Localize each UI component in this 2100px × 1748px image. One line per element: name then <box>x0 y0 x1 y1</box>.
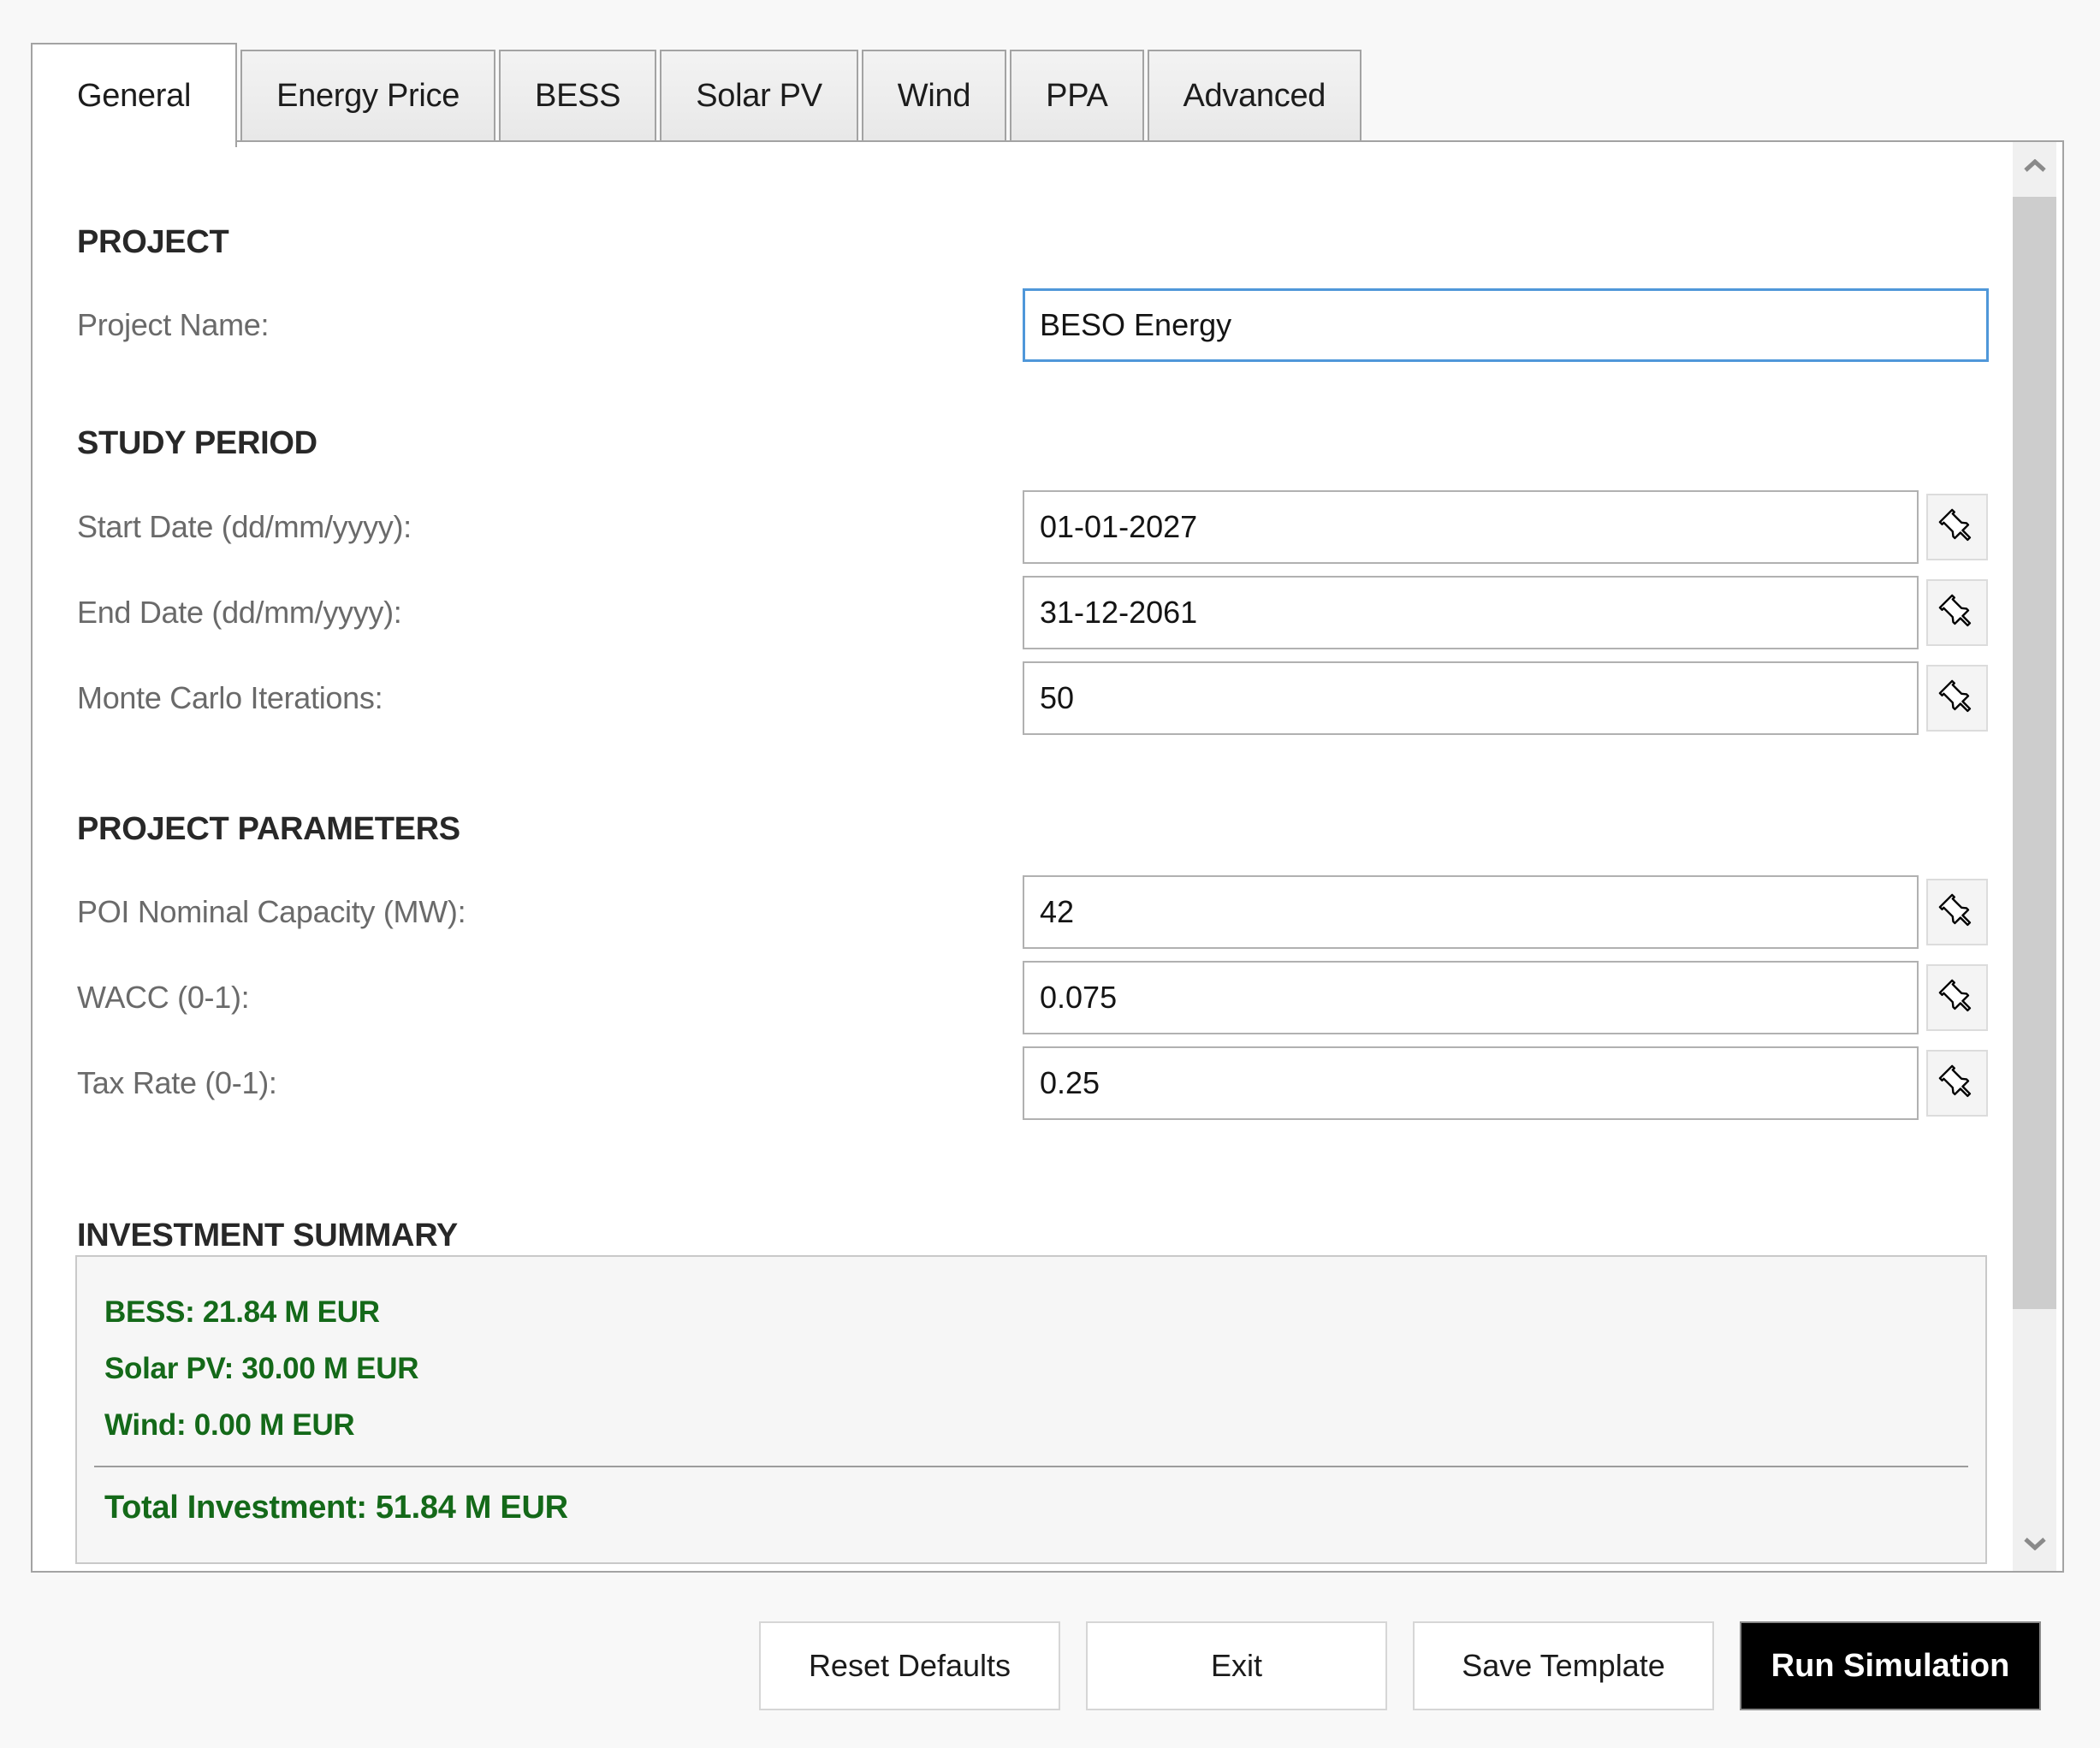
section-title-study-period: STUDY PERIOD <box>77 425 317 461</box>
tab-solar-pv[interactable]: Solar PV <box>660 50 858 142</box>
scroll-down-button[interactable] <box>2013 1520 2056 1571</box>
project-name-input[interactable] <box>1023 288 1989 362</box>
tax-rate-input[interactable] <box>1023 1046 1919 1120</box>
start-date-label: Start Date (dd/mm/yyyy): <box>77 509 412 544</box>
scrollbar[interactable] <box>2013 142 2056 1571</box>
tab-bess[interactable]: BESS <box>499 50 657 142</box>
poi-capacity-input[interactable] <box>1023 875 1919 949</box>
tab-general[interactable]: General <box>31 43 238 147</box>
section-title-project-parameters: PROJECT PARAMETERS <box>77 811 460 847</box>
pushpin-icon <box>1938 1064 1976 1102</box>
end-date-label: End Date (dd/mm/yyyy): <box>77 595 402 630</box>
investment-divider <box>94 1466 1968 1467</box>
tab-advanced[interactable]: Advanced <box>1147 50 1362 142</box>
field-row-project-name: Project Name: <box>33 288 2001 362</box>
section-title-project: PROJECT <box>77 224 229 260</box>
pushpin-icon <box>1938 979 1976 1016</box>
poi-capacity-label: POI Nominal Capacity (MW): <box>77 894 466 929</box>
scroll-up-button[interactable] <box>2013 142 2056 193</box>
field-row-start-date: Start Date (dd/mm/yyyy): <box>33 490 2001 564</box>
end-date-input[interactable] <box>1023 576 1919 649</box>
investment-summary-box: BESS: 21.84 M EUR Solar PV: 30.00 M EUR … <box>75 1255 1987 1564</box>
save-template-button[interactable]: Save Template <box>1413 1621 1714 1710</box>
chevron-up-icon <box>2023 158 2047 177</box>
scroll-thumb[interactable] <box>2013 197 2056 1309</box>
wacc-label: WACC (0-1): <box>77 980 250 1015</box>
bess-investment-line: BESS: 21.84 M EUR <box>104 1295 380 1329</box>
monte-carlo-label: Monte Carlo Iterations: <box>77 680 383 715</box>
start-date-input[interactable] <box>1023 490 1919 564</box>
pushpin-icon <box>1938 594 1976 631</box>
wacc-pin-button[interactable] <box>1926 964 1988 1031</box>
pushpin-icon <box>1938 679 1976 717</box>
tab-ppa[interactable]: PPA <box>1010 50 1144 142</box>
start-date-pin-button[interactable] <box>1926 494 1988 560</box>
solar-investment-line: Solar PV: 30.00 M EUR <box>104 1352 419 1385</box>
wind-investment-line: Wind: 0.00 M EUR <box>104 1408 355 1442</box>
total-investment-line: Total Investment: 51.84 M EUR <box>104 1490 568 1526</box>
monte-carlo-pin-button[interactable] <box>1926 665 1988 732</box>
tab-bar: General Energy Price BESS Solar PV Wind … <box>31 41 1362 147</box>
general-tab-panel: PROJECT Project Name: STUDY PERIOD Start… <box>31 140 2064 1573</box>
poi-capacity-pin-button[interactable] <box>1926 879 1988 945</box>
project-name-label: Project Name: <box>77 307 270 342</box>
field-row-monte-carlo: Monte Carlo Iterations: <box>33 661 2001 735</box>
tax-rate-pin-button[interactable] <box>1926 1050 1988 1117</box>
footer-button-row: Reset Defaults Exit Save Template Run Si… <box>759 1621 2041 1710</box>
section-title-investment-summary: INVESTMENT SUMMARY <box>77 1218 458 1253</box>
field-row-poi-capacity: POI Nominal Capacity (MW): <box>33 875 2001 949</box>
monte-carlo-input[interactable] <box>1023 661 1919 735</box>
tab-wind[interactable]: Wind <box>861 50 1007 142</box>
pushpin-icon <box>1938 893 1976 931</box>
field-row-end-date: End Date (dd/mm/yyyy): <box>33 576 2001 649</box>
chevron-down-icon <box>2023 1537 2047 1555</box>
tab-energy-price[interactable]: Energy Price <box>240 50 496 142</box>
exit-button[interactable]: Exit <box>1086 1621 1387 1710</box>
end-date-pin-button[interactable] <box>1926 579 1988 646</box>
tax-rate-label: Tax Rate (0-1): <box>77 1065 277 1100</box>
run-simulation-button[interactable]: Run Simulation <box>1740 1621 2041 1710</box>
field-row-tax-rate: Tax Rate (0-1): <box>33 1046 2001 1120</box>
field-row-wacc: WACC (0-1): <box>33 961 2001 1034</box>
wacc-input[interactable] <box>1023 961 1919 1034</box>
reset-defaults-button[interactable]: Reset Defaults <box>759 1621 1060 1710</box>
pushpin-icon <box>1938 508 1976 546</box>
